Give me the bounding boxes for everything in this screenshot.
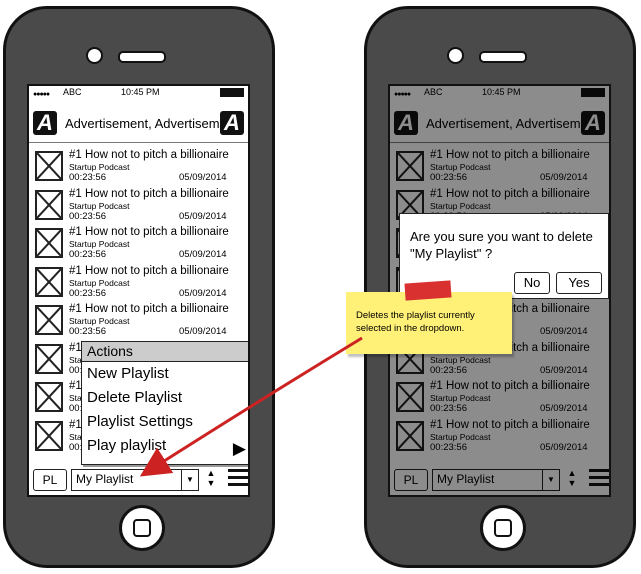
annotation-arrow [139, 336, 363, 477]
